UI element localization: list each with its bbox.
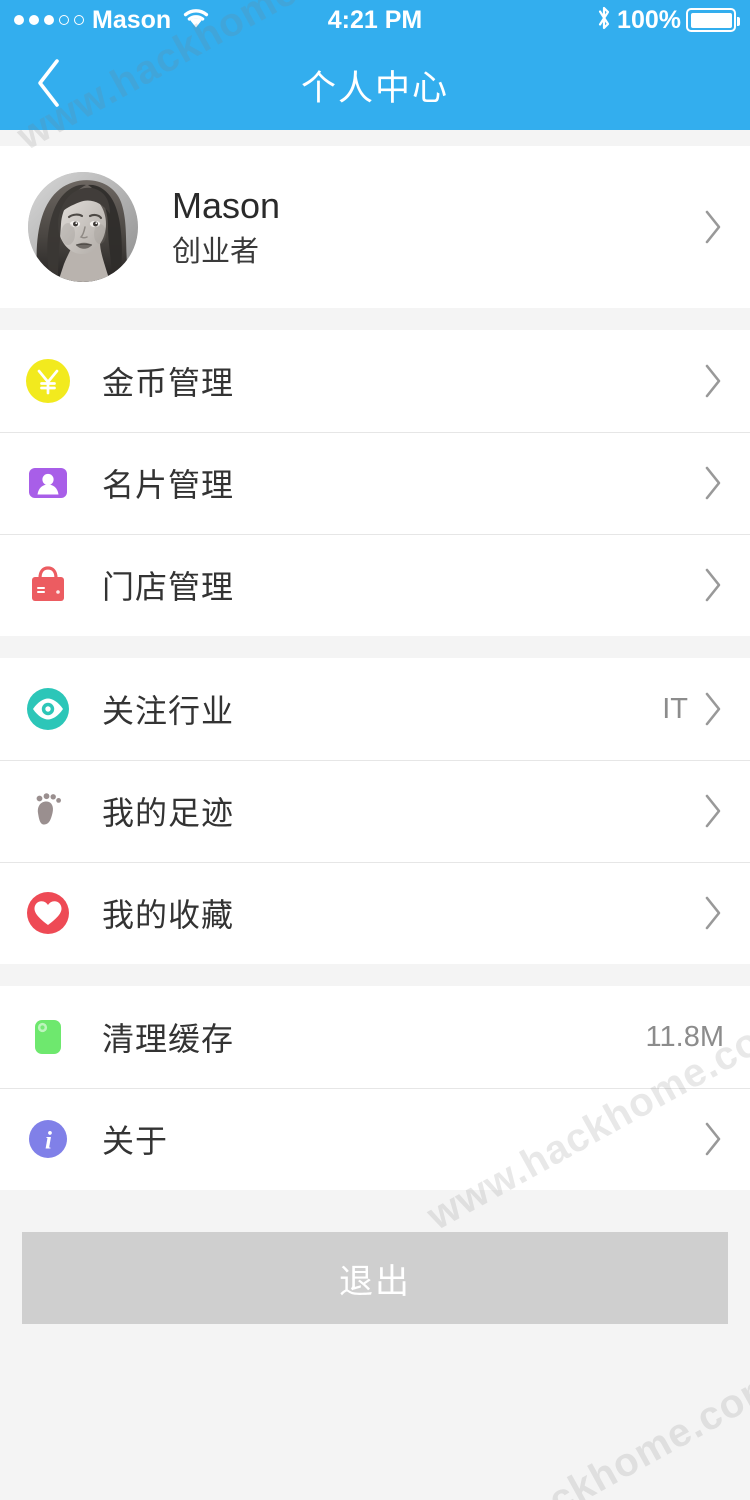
menu-row-followed-industry[interactable]: 关注行业 IT [0, 658, 750, 760]
signal-dot-1 [14, 15, 24, 25]
menu-row-my-footprints[interactable]: 我的足迹 [0, 760, 750, 862]
menu-row-label: 关注行业 [102, 693, 235, 729]
battery-percent-label: 100% [617, 5, 681, 34]
signal-dot-5 [74, 15, 84, 25]
page-title: 个人中心 [300, 68, 449, 108]
shopping-bag-icon [20, 557, 76, 613]
chevron-right-icon [702, 793, 724, 829]
menu-row-label: 我的收藏 [102, 897, 235, 933]
menu-row-label: 门店管理 [102, 569, 235, 605]
logout-section: 退出 [0, 1190, 750, 1324]
cache-size-value: 11.8M [645, 1020, 724, 1053]
menu-group-management: 金币管理 名片管理 门店管理 [0, 330, 750, 636]
back-button[interactable] [18, 54, 80, 116]
status-bar: Mason 4:21 PM 100% [0, 0, 750, 40]
menu-row-about[interactable]: i 关于 [0, 1088, 750, 1190]
battery-fill [690, 12, 732, 28]
coin-yen-icon [20, 353, 76, 409]
personal-center-screen: Mason 4:21 PM 100% 个人中心 Mason 创业者 金币管理 名… [0, 0, 750, 1500]
logout-button[interactable]: 退出 [22, 1232, 728, 1324]
signal-strength-dots [14, 15, 84, 25]
spacer-group-2 [0, 636, 750, 658]
user-avatar-photo [28, 172, 138, 282]
status-bar-left: Mason [14, 6, 211, 34]
signal-dot-3 [44, 15, 54, 25]
menu-group-personal: 关注行业 IT 我的足迹 我的收藏 [0, 658, 750, 964]
chevron-right-icon [702, 567, 724, 603]
menu-row-label: 关于 [102, 1123, 169, 1159]
chevron-right-icon [702, 363, 724, 399]
signal-dot-2 [29, 15, 39, 25]
menu-group-system: 清理缓存 11.8M i 关于 [0, 986, 750, 1190]
profile-text-block: Mason 创业者 [172, 184, 702, 268]
broom-clean-icon [20, 1009, 76, 1065]
bluetooth-icon [596, 5, 612, 36]
menu-row-label: 名片管理 [102, 467, 235, 503]
spacer-above-profile [0, 130, 750, 146]
signal-dot-4 [59, 15, 69, 25]
menu-row-label: 清理缓存 [102, 1021, 235, 1057]
menu-row-label: 我的足迹 [102, 795, 235, 831]
menu-row-card-management[interactable]: 名片管理 [0, 432, 750, 534]
carrier-name: Mason [92, 5, 172, 34]
menu-row-coin-management[interactable]: 金币管理 [0, 330, 750, 432]
battery-full-icon [686, 8, 740, 32]
profile-row[interactable]: Mason 创业者 [0, 146, 750, 308]
menu-row-store-management[interactable]: 门店管理 [0, 534, 750, 636]
spacer-group-3 [0, 964, 750, 986]
chevron-right-icon [702, 465, 724, 501]
menu-row-label: 金币管理 [102, 365, 235, 401]
chevron-right-icon [702, 209, 724, 245]
footprint-icon [20, 783, 76, 839]
spacer-group-1 [0, 308, 750, 330]
navigation-bar: 个人中心 [0, 40, 750, 130]
heart-icon [20, 885, 76, 941]
menu-row-value: IT [662, 692, 688, 725]
wifi-icon [181, 6, 211, 34]
svg-text:i: i [45, 1128, 52, 1155]
menu-row-clear-cache[interactable]: 清理缓存 11.8M [0, 986, 750, 1088]
chevron-right-icon [702, 1121, 724, 1157]
watermark-bottom: www.hackhome.com [405, 1361, 750, 1500]
id-card-icon [20, 455, 76, 511]
profile-role: 创业者 [172, 235, 260, 268]
chevron-right-icon [702, 895, 724, 931]
chevron-left-icon [34, 57, 64, 114]
avatar-portrait-graphic [28, 172, 138, 282]
eye-icon [20, 681, 76, 737]
profile-name: Mason [172, 184, 281, 226]
menu-row-my-favorites[interactable]: 我的收藏 [0, 862, 750, 964]
info-icon: i [20, 1111, 76, 1167]
status-bar-right: 100% [596, 5, 740, 36]
chevron-right-icon [702, 691, 724, 727]
